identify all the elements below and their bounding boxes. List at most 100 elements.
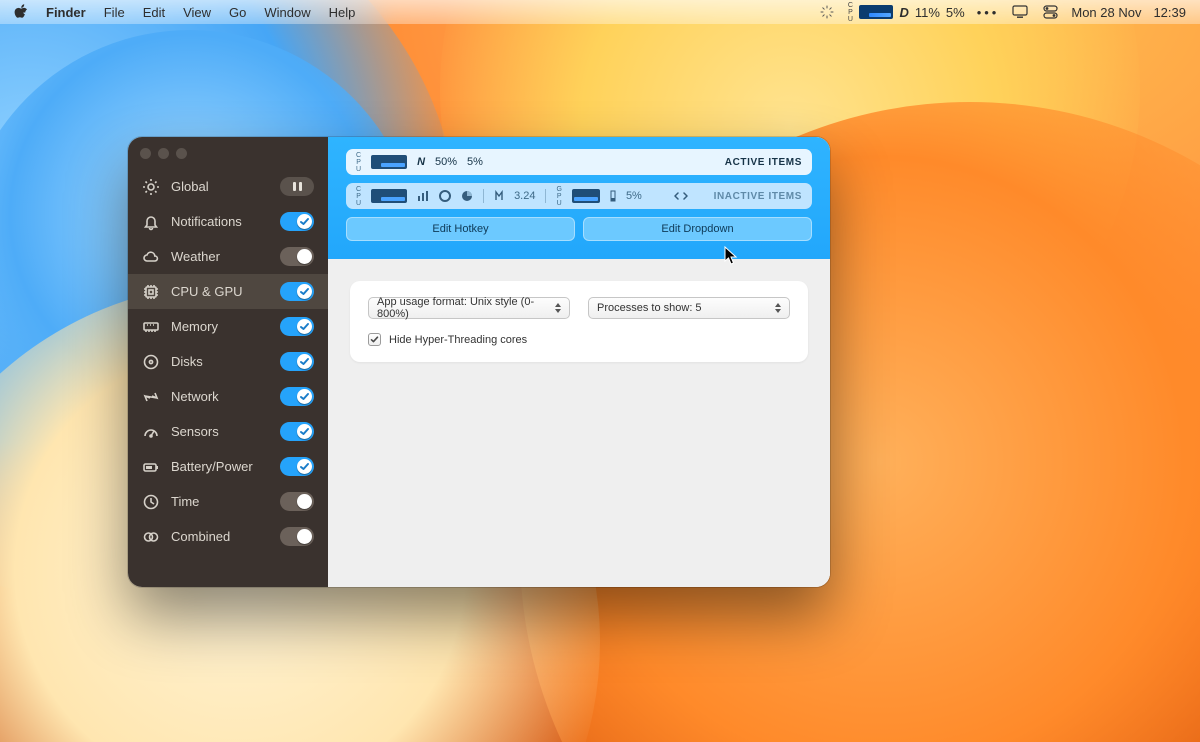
- menubar-cpu-widget[interactable]: CPU D 11% 5%: [848, 2, 965, 23]
- bars-icon: [417, 190, 429, 202]
- sidebar-item-weather[interactable]: Weather: [128, 239, 328, 274]
- active-items-label: ACTIVE ITEMS: [725, 157, 802, 168]
- content-area: App usage format: Unix style (0-800%) Pr…: [328, 259, 830, 587]
- toggle-memory[interactable]: [280, 317, 314, 336]
- inactive-items-row[interactable]: CPU 3.24 GPU 5% INACTIVE ITEMS: [346, 183, 812, 209]
- processes-to-show-value: Processes to show: 5: [597, 302, 702, 314]
- spinner-icon[interactable]: [818, 4, 836, 20]
- menubar-date[interactable]: Mon 28 Nov: [1071, 5, 1141, 20]
- sidebar-item-memory[interactable]: Memory: [128, 309, 328, 344]
- close-button[interactable]: [140, 148, 151, 159]
- cpu-history-icon: [371, 189, 407, 203]
- sidebar-item-network[interactable]: Network: [128, 379, 328, 414]
- cpu-history-icon: [859, 5, 893, 19]
- cpu-vert-label: CPU: [356, 186, 361, 207]
- sidebar-item-label: Combined: [171, 529, 269, 544]
- inactive-items-label: INACTIVE ITEMS: [714, 191, 802, 202]
- menubar-cpu-percent1: 11%: [915, 5, 940, 20]
- circle-outline-icon: [439, 190, 451, 202]
- sidebar-item-label: Disks: [171, 354, 269, 369]
- sidebar-item-notifications[interactable]: Notifications: [128, 204, 328, 239]
- toggle-sensors[interactable]: [280, 422, 314, 441]
- cpu-history-icon: [371, 155, 407, 169]
- active-items-row[interactable]: CPU N 50% 5% ACTIVE ITEMS: [346, 149, 812, 175]
- load-avg-icon: [494, 190, 504, 202]
- expand-icon: [674, 191, 688, 201]
- sidebar-item-label: Time: [171, 494, 269, 509]
- toggle-weather[interactable]: [280, 247, 314, 266]
- sidebar-item-disks[interactable]: Disks: [128, 344, 328, 379]
- menubar: Finder File Edit View Go Window Help CPU…: [0, 0, 1200, 24]
- memory-icon: [142, 318, 160, 336]
- menu-file[interactable]: File: [104, 5, 125, 20]
- sidebar-item-label: CPU & GPU: [171, 284, 269, 299]
- menubar-overflow-icon[interactable]: •••: [977, 5, 1000, 20]
- main-panel: CPU N 50% 5% ACTIVE ITEMS CPU 3.: [328, 137, 830, 587]
- sidebar-item-label: Sensors: [171, 424, 269, 439]
- menubar-cpu-percent2: 5%: [946, 5, 965, 20]
- app-usage-format-select[interactable]: App usage format: Unix style (0-800%): [368, 297, 570, 319]
- minimize-button[interactable]: [158, 148, 169, 159]
- gpu-vert-label: GPU: [556, 186, 561, 207]
- app-usage-format-value: App usage format: Unix style (0-800%): [377, 296, 561, 320]
- sidebar-item-label: Battery/Power: [171, 459, 269, 474]
- toggle-cpu[interactable]: [280, 282, 314, 301]
- sidebar-item-cpu[interactable]: CPU & GPU: [128, 274, 328, 309]
- istat-window: Global Notifications Weather CPU & GPU Memor…: [128, 137, 830, 587]
- gpu-history-icon: [572, 189, 600, 203]
- processes-to-show-select[interactable]: Processes to show: 5: [588, 297, 790, 319]
- sidebar: Global Notifications Weather CPU & GPU Memor…: [128, 137, 328, 587]
- gpu-bar-icon: [610, 190, 616, 202]
- menu-window[interactable]: Window: [264, 5, 310, 20]
- toggle-disks[interactable]: [280, 352, 314, 371]
- sidebar-item-time[interactable]: Time: [128, 484, 328, 519]
- sidebar-item-global[interactable]: Global: [128, 169, 328, 204]
- toolbar-panel: CPU N 50% 5% ACTIVE ITEMS CPU 3.: [328, 137, 830, 259]
- chevron-updown-icon: [771, 300, 785, 316]
- menubar-display-icon[interactable]: [1011, 4, 1029, 20]
- menubar-time[interactable]: 12:39: [1153, 5, 1186, 20]
- cloud-icon: [142, 248, 160, 266]
- hide-ht-label: Hide Hyper-Threading cores: [389, 334, 527, 346]
- gauge-icon: [142, 423, 160, 441]
- sidebar-item-sensors[interactable]: Sensors: [128, 414, 328, 449]
- menu-view[interactable]: View: [183, 5, 211, 20]
- hide-ht-checkbox[interactable]: [368, 333, 381, 346]
- menu-edit[interactable]: Edit: [143, 5, 165, 20]
- app-name[interactable]: Finder: [46, 5, 86, 20]
- sidebar-item-label: Network: [171, 389, 269, 404]
- window-controls: [128, 137, 328, 165]
- pause-button[interactable]: [280, 177, 314, 196]
- inactive-gpu-pct: 5%: [626, 190, 642, 202]
- sidebar-item-label: Weather: [171, 249, 269, 264]
- sidebar-item-combined[interactable]: Combined: [128, 519, 328, 554]
- inactive-loadavg: 3.24: [514, 190, 535, 202]
- control-center-icon[interactable]: [1041, 4, 1059, 20]
- menu-go[interactable]: Go: [229, 5, 246, 20]
- chevron-updown-icon: [551, 300, 565, 316]
- active-value-1: 50%: [435, 156, 457, 168]
- apple-menu-icon[interactable]: [14, 4, 28, 20]
- zoom-button[interactable]: [176, 148, 187, 159]
- edit-hotkey-button[interactable]: Edit Hotkey: [346, 217, 575, 241]
- menu-help[interactable]: Help: [329, 5, 356, 20]
- toggle-battery[interactable]: [280, 457, 314, 476]
- disk-icon: [142, 353, 160, 371]
- network-icon: [142, 388, 160, 406]
- toggle-combined[interactable]: [280, 527, 314, 546]
- toggle-notifications[interactable]: [280, 212, 314, 231]
- active-letter: N: [417, 156, 425, 168]
- active-value-2: 5%: [467, 156, 483, 168]
- chip-icon: [142, 283, 160, 301]
- cpu-vert-label: CPU: [356, 152, 361, 173]
- sidebar-item-label: Notifications: [171, 214, 269, 229]
- gear-icon: [142, 178, 160, 196]
- sidebar-item-battery[interactable]: Battery/Power: [128, 449, 328, 484]
- toggle-network[interactable]: [280, 387, 314, 406]
- sidebar-item-label: Global: [171, 179, 269, 194]
- clock-icon: [142, 493, 160, 511]
- toggle-time[interactable]: [280, 492, 314, 511]
- bell-icon: [142, 213, 160, 231]
- menubar-cpu-letter: D: [899, 5, 908, 20]
- edit-dropdown-button[interactable]: Edit Dropdown: [583, 217, 812, 241]
